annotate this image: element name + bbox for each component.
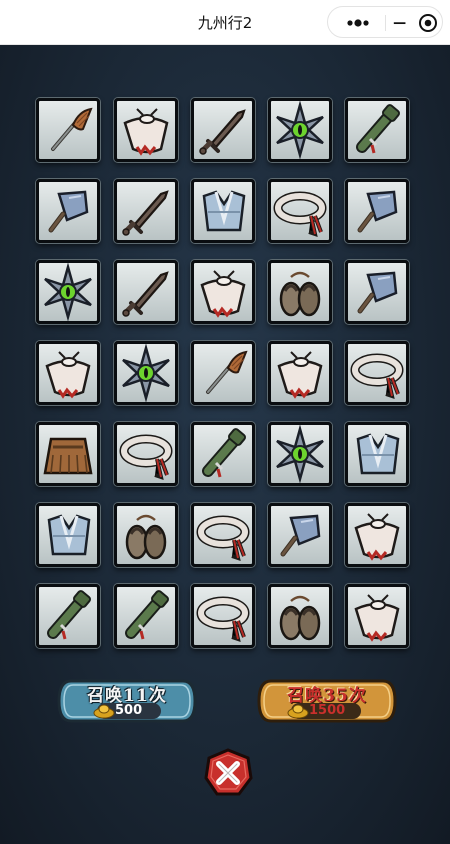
item-slot[interactable] xyxy=(36,503,100,567)
scroll-icon xyxy=(202,428,246,478)
headband-icon xyxy=(273,191,327,238)
item-slot[interactable] xyxy=(345,341,409,405)
item-slot[interactable] xyxy=(345,503,409,567)
headband-icon xyxy=(196,596,250,643)
item-slot[interactable] xyxy=(191,341,255,405)
item-slot[interactable] xyxy=(345,179,409,243)
item-slot[interactable] xyxy=(36,584,100,648)
scroll-icon xyxy=(125,590,169,640)
item-slot[interactable] xyxy=(114,260,178,324)
gold-ingot-icon xyxy=(93,704,115,719)
summon-35-button[interactable]: 召唤35次 1500 xyxy=(257,677,397,725)
summon-35-cost: 1500 xyxy=(287,703,361,719)
item-slot[interactable] xyxy=(36,98,100,162)
sandals-icon xyxy=(125,514,167,560)
item-slot[interactable] xyxy=(36,179,100,243)
shuriken-icon xyxy=(276,425,324,483)
item-slot[interactable] xyxy=(268,503,332,567)
item-slot[interactable] xyxy=(114,341,178,405)
item-slot[interactable] xyxy=(345,260,409,324)
summon-11-button[interactable]: 召唤11次 500 xyxy=(57,677,197,725)
item-slot[interactable] xyxy=(191,422,255,486)
title-bar: 九州行2 xyxy=(0,0,450,45)
item-slot[interactable] xyxy=(36,260,100,324)
item-slot[interactable] xyxy=(268,98,332,162)
capsule-divider xyxy=(385,15,386,31)
gold-ingot-icon xyxy=(287,704,309,719)
scarf-icon xyxy=(45,351,91,399)
summon-11-cost: 500 xyxy=(93,703,161,719)
vest-icon xyxy=(47,514,91,556)
item-slot[interactable] xyxy=(191,98,255,162)
sandals-icon xyxy=(279,271,321,317)
sandals-icon xyxy=(279,595,321,641)
shuriken-icon xyxy=(122,344,170,402)
headband-icon xyxy=(350,353,404,400)
skirt-icon xyxy=(43,437,93,475)
item-slot[interactable] xyxy=(114,584,178,648)
item-slot[interactable] xyxy=(114,98,178,162)
miniprogram-capsule xyxy=(327,6,443,38)
item-slot[interactable] xyxy=(268,179,332,243)
broom-icon xyxy=(51,107,93,151)
cleaver-icon xyxy=(357,190,398,233)
dagger-icon xyxy=(122,271,169,317)
item-slot[interactable] xyxy=(114,503,178,567)
item-slot[interactable] xyxy=(345,584,409,648)
close-button[interactable] xyxy=(203,748,253,798)
item-slot[interactable] xyxy=(114,422,178,486)
item-slot[interactable] xyxy=(114,179,178,243)
scarf-icon xyxy=(277,351,323,399)
scroll-icon xyxy=(356,104,400,154)
scarf-icon xyxy=(123,108,169,156)
cleaver-icon xyxy=(357,271,398,314)
headband-icon xyxy=(196,515,250,562)
broom-icon xyxy=(206,350,248,394)
item-slot[interactable] xyxy=(345,98,409,162)
item-slot[interactable] xyxy=(268,584,332,648)
more-icon[interactable] xyxy=(338,11,378,35)
scarf-icon xyxy=(354,513,400,561)
shuriken-icon xyxy=(276,101,324,159)
item-slot[interactable] xyxy=(36,422,100,486)
headband-icon xyxy=(119,434,173,481)
vest-icon xyxy=(202,190,246,232)
summon-result-panel: 召唤11次 500 召唤35次 1500 xyxy=(0,45,450,844)
vest-icon xyxy=(356,433,400,475)
item-slot[interactable] xyxy=(36,341,100,405)
cleaver-icon xyxy=(48,190,89,233)
item-slot[interactable] xyxy=(191,503,255,567)
item-slot[interactable] xyxy=(191,260,255,324)
dagger-icon xyxy=(199,109,246,155)
summon-11-cost-value: 500 xyxy=(115,703,143,718)
scarf-icon xyxy=(354,594,400,642)
shuriken-icon xyxy=(44,263,92,321)
item-slot[interactable] xyxy=(268,422,332,486)
cleaver-icon xyxy=(280,514,321,557)
item-slot[interactable] xyxy=(268,260,332,324)
scarf-icon xyxy=(200,270,246,318)
item-slot[interactable] xyxy=(268,341,332,405)
item-slot[interactable] xyxy=(191,179,255,243)
item-slot[interactable] xyxy=(191,584,255,648)
dagger-icon xyxy=(122,190,169,236)
summon-35-cost-value: 1500 xyxy=(309,703,346,718)
scroll-icon xyxy=(47,590,91,640)
exit-target-icon[interactable] xyxy=(416,11,440,35)
item-slot[interactable] xyxy=(345,422,409,486)
